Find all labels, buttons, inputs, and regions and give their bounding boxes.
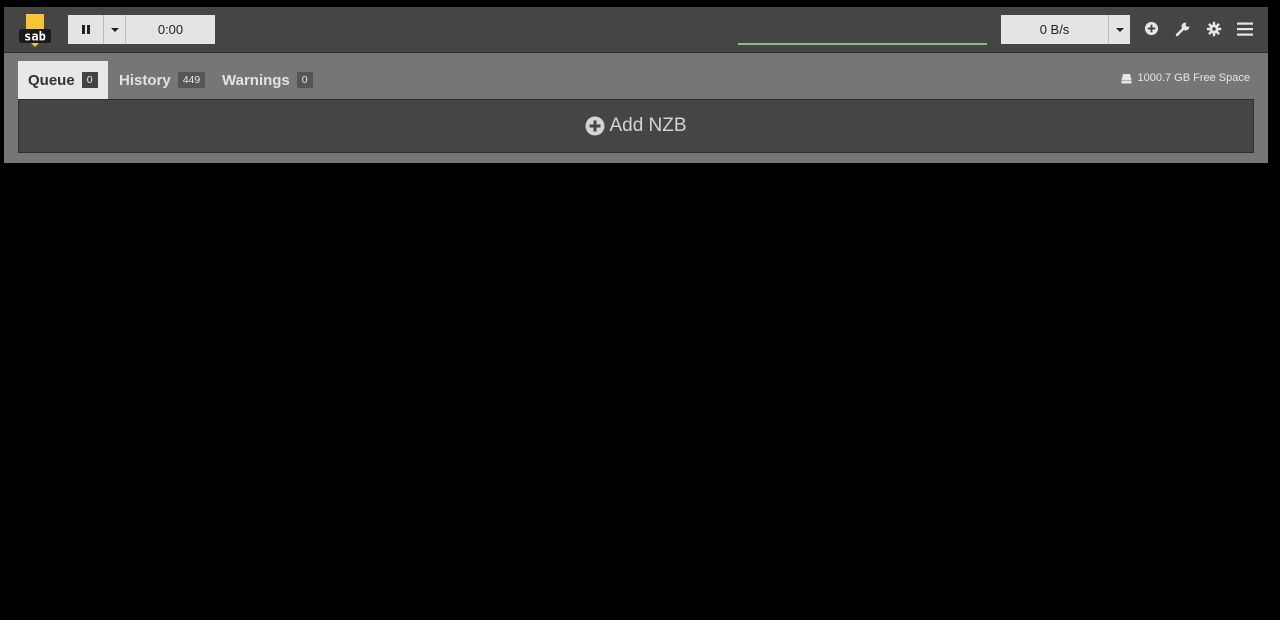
speed-limit-input[interactable] (738, 43, 987, 45)
pause-controls: 0:00 (68, 15, 215, 44)
menu-button[interactable] (1235, 19, 1254, 38)
chevron-down-icon (1115, 27, 1124, 32)
queue-count-badge: 0 (81, 72, 98, 88)
plus-circle-icon (1144, 21, 1159, 36)
add-nzb-label: Add NZB (609, 115, 687, 136)
speed-display[interactable]: 0 B/s (1001, 15, 1108, 44)
top-navbar: sab 0:00 0 B/s (4, 7, 1268, 53)
free-space-text: 1000.7 GB Free Space (1137, 72, 1250, 84)
tab-label: Warnings (222, 71, 290, 89)
pause-options-dropdown[interactable] (103, 15, 125, 44)
tab-queue[interactable]: Queue 0 (18, 61, 108, 99)
hamburger-icon (1236, 22, 1253, 36)
tab-label: History (119, 71, 171, 89)
svg-text:sab: sab (24, 30, 46, 44)
pause-timer[interactable]: 0:00 (125, 15, 215, 44)
hdd-icon (1121, 73, 1132, 83)
speed-controls: 0 B/s (1001, 15, 1130, 44)
add-nzb-icon-button[interactable] (1142, 19, 1161, 38)
settings-button[interactable] (1204, 19, 1223, 38)
sab-logo[interactable]: sab (17, 12, 53, 48)
wrench-icon (1175, 22, 1189, 36)
pause-button[interactable] (68, 15, 103, 44)
speed-dropdown[interactable] (1108, 15, 1130, 44)
tools-button[interactable] (1173, 19, 1192, 38)
gear-icon (1206, 21, 1221, 36)
nav-icon-group (1142, 19, 1254, 38)
tabs-bar: Queue 0 History 449 Warnings 0 1000.7 GB… (4, 53, 1268, 163)
chevron-down-icon (110, 27, 119, 32)
tab-history[interactable]: History 449 (109, 61, 215, 99)
tab-label: Queue (28, 71, 75, 89)
history-count-badge: 449 (177, 72, 206, 88)
plus-circle-icon (585, 116, 605, 136)
app-frame: sab 0:00 0 B/s Queue 0 History 449 Warni… (4, 7, 1268, 163)
free-space-indicator: 1000.7 GB Free Space (1121, 72, 1250, 84)
warnings-count-badge: 0 (296, 72, 313, 88)
pause-icon (81, 25, 90, 34)
logo-icon: sab (19, 14, 51, 47)
tab-warnings[interactable]: Warnings 0 (212, 61, 323, 99)
add-nzb-button[interactable]: Add NZB (18, 99, 1254, 153)
